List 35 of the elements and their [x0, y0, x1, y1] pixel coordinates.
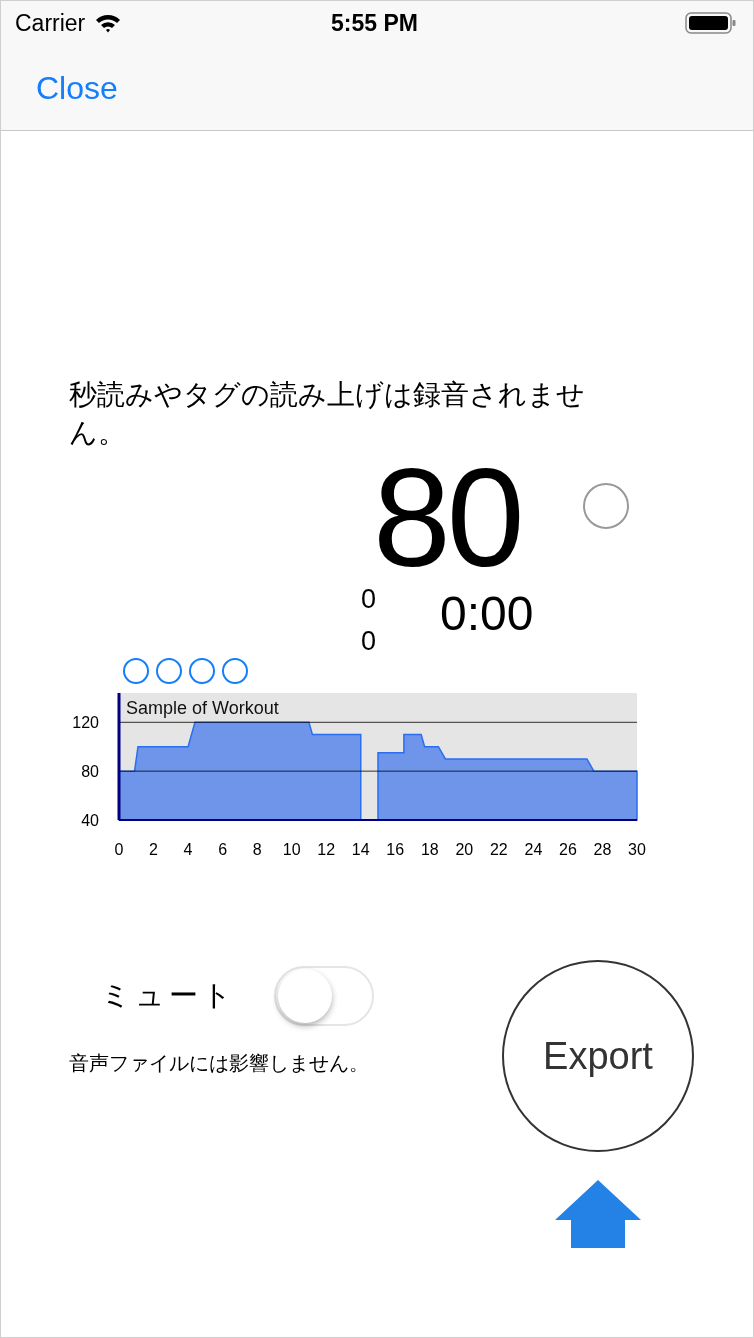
- mute-note: 音声ファイルには影響しません。: [69, 1051, 370, 1076]
- x-tick-label: 14: [351, 841, 370, 858]
- x-tick-label: 2: [149, 841, 158, 858]
- elapsed-time: 0:00: [440, 586, 534, 642]
- counter-value: 0: [361, 625, 377, 658]
- counter-value: 0: [361, 583, 377, 616]
- wifi-icon: [95, 13, 122, 33]
- x-tick-label: 16: [386, 841, 405, 858]
- heart-rate-value: 80: [373, 458, 522, 578]
- notice-text: 秒読みやタグの読み上げは録音されません。: [69, 378, 586, 450]
- carrier-label: Carrier: [15, 8, 86, 38]
- x-tick-label: 4: [183, 841, 193, 858]
- x-tick-label: 10: [282, 841, 301, 858]
- x-tick-label: 26: [559, 841, 577, 858]
- x-tick-label: 28: [593, 841, 612, 858]
- x-tick-label: 30: [628, 841, 646, 858]
- close-button[interactable]: Close: [36, 63, 118, 112]
- up-arrow-icon: [555, 1180, 641, 1248]
- y-tick-label: 120: [72, 714, 99, 732]
- x-tick-label: 24: [524, 841, 543, 858]
- chart-title: Sample of Workout: [126, 698, 279, 718]
- battery-icon: [685, 11, 737, 35]
- y-tick-label: 40: [81, 812, 99, 829]
- x-tick-label: 20: [455, 841, 474, 858]
- clock: 5:55 PM: [331, 8, 418, 38]
- x-tick-label: 12: [317, 841, 336, 858]
- export-button[interactable]: Export: [502, 960, 694, 1152]
- mute-switch[interactable]: [274, 966, 374, 1026]
- mute-label: ミュート: [101, 978, 236, 1014]
- x-tick-label: 22: [489, 841, 508, 858]
- y-tick-label: 80: [81, 763, 99, 781]
- x-tick-label: 18: [420, 841, 439, 858]
- x-tick-label: 6: [218, 841, 228, 858]
- x-tick-label: 8: [252, 841, 262, 858]
- x-tick-label: 0: [114, 841, 124, 858]
